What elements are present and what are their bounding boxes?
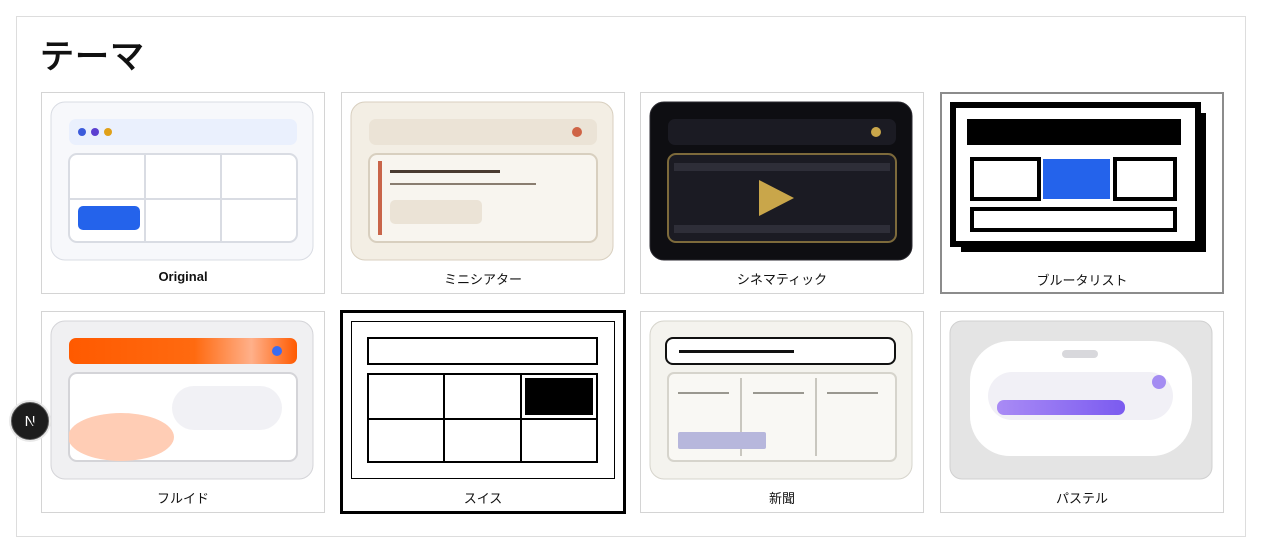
- theme-card-fluid[interactable]: フルイド: [41, 311, 325, 513]
- next-dev-indicator-button[interactable]: N: [11, 402, 49, 440]
- theme-cinematic-preview: [649, 101, 913, 261]
- theme-brutalist-preview: [950, 102, 1206, 252]
- theme-label: 新聞: [768, 492, 795, 507]
- theme-card-pastel[interactable]: パステル: [940, 311, 1224, 513]
- theme-card-newspaper[interactable]: 新聞: [640, 311, 924, 513]
- theme-fluid-preview: [50, 320, 314, 480]
- theme-pastel-preview: [949, 320, 1213, 480]
- theme-original-preview: [50, 101, 314, 261]
- theme-card-swiss[interactable]: スイス: [340, 310, 626, 514]
- theme-swiss-preview: [351, 321, 615, 479]
- theme-card-brutalist[interactable]: ブルータリスト: [940, 92, 1224, 294]
- theme-card-cinematic[interactable]: シネマティック: [640, 92, 924, 294]
- page-title: テーマ: [40, 37, 145, 77]
- theme-label: ブルータリスト: [1036, 274, 1128, 289]
- theme-label: シネマティック: [736, 273, 828, 288]
- theme-label: スイス: [463, 492, 503, 507]
- theme-newspaper-preview: [649, 320, 913, 480]
- next-logo-letter: N: [25, 413, 36, 430]
- theme-label: フルイド: [156, 492, 209, 507]
- theme-label: Original: [158, 269, 208, 284]
- theme-label: ミニシアター: [443, 273, 522, 288]
- next-logo-icon: N: [25, 413, 38, 430]
- theme-card-original[interactable]: Original: [41, 92, 325, 294]
- theme-label: パステル: [1055, 492, 1108, 507]
- theme-mini-theater-preview: [350, 101, 614, 261]
- theme-card-mini-theater[interactable]: ミニシアター: [341, 92, 625, 294]
